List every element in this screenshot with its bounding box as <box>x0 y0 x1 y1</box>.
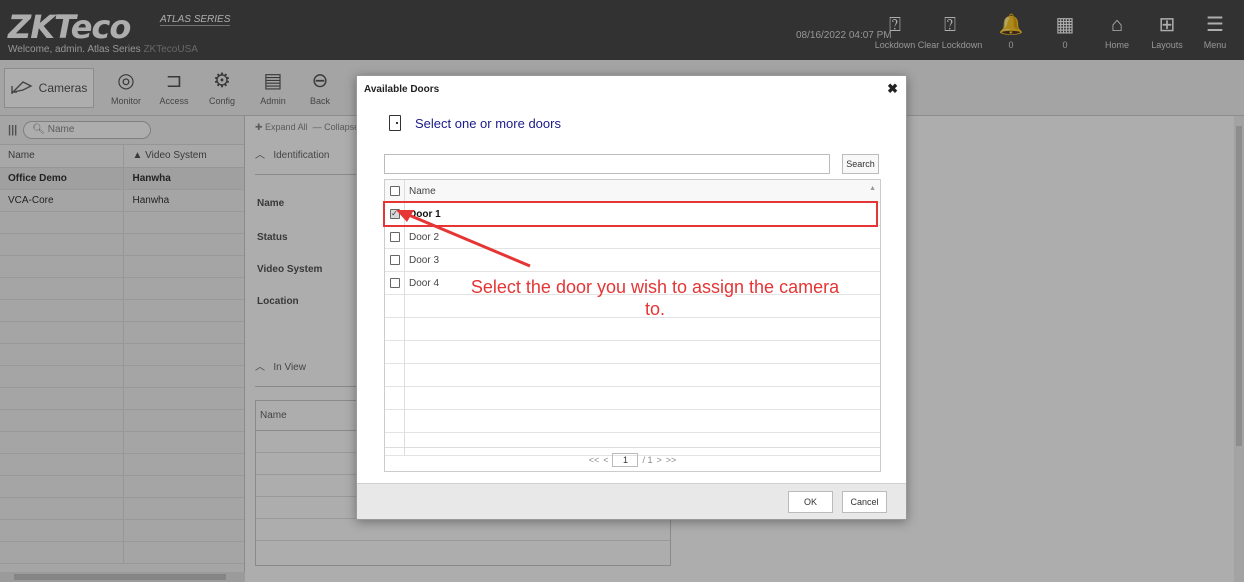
door-checkbox[interactable] <box>389 278 400 288</box>
select-all-checkbox[interactable] <box>389 186 400 196</box>
cancel-button[interactable]: Cancel <box>842 491 887 513</box>
pagination: << < 1 / 1 > >> <box>385 447 880 471</box>
empty-row <box>385 341 880 364</box>
select-all-cell <box>385 180 405 202</box>
checkbox-cell <box>385 226 405 248</box>
dialog-title: Available Doors <box>364 84 440 95</box>
ok-button[interactable]: OK <box>788 491 833 513</box>
empty-row <box>385 387 880 410</box>
empty-cell <box>385 387 405 409</box>
door-name: Door 4 <box>409 277 440 289</box>
door-row[interactable]: Door 3 <box>385 249 880 272</box>
dialog-footer: OK Cancel <box>357 483 906 519</box>
door-icon <box>389 115 401 131</box>
empty-cell <box>385 341 405 363</box>
last-page-icon[interactable]: >> <box>666 455 677 465</box>
dialog-heading-text: Select one or more doors <box>415 115 561 131</box>
door-name: Door 3 <box>409 254 440 266</box>
door-search-input[interactable] <box>384 154 830 174</box>
door-row[interactable]: Door 2 <box>385 226 880 249</box>
door-checkbox[interactable] <box>389 232 400 242</box>
empty-row <box>385 410 880 433</box>
page-total: / 1 <box>642 454 653 465</box>
door-1-highlight-box <box>383 201 878 227</box>
checkbox-cell <box>385 272 405 294</box>
close-icon[interactable]: ✖ <box>887 81 898 97</box>
annotation-text: Select the door you wish to assign the c… <box>470 277 840 319</box>
empty-cell <box>385 318 405 340</box>
dialog-heading: Select one or more doors <box>389 115 561 131</box>
prev-page-icon[interactable]: < <box>603 455 608 465</box>
empty-row <box>385 364 880 387</box>
empty-cell <box>385 364 405 386</box>
empty-cell <box>385 295 405 317</box>
empty-row <box>385 318 880 341</box>
page-number-input[interactable]: 1 <box>612 452 639 467</box>
door-checkbox[interactable] <box>389 255 400 265</box>
next-page-icon[interactable]: > <box>657 455 662 465</box>
search-button[interactable]: Search <box>842 154 879 174</box>
checkbox-cell <box>385 249 405 271</box>
door-name: Door 2 <box>409 231 440 243</box>
empty-cell <box>385 410 405 432</box>
first-page-icon[interactable]: << <box>589 455 600 465</box>
sort-up-icon[interactable]: ▲ <box>869 185 876 192</box>
col-name-header[interactable]: Name <box>405 186 436 197</box>
table-header: Name ▲ <box>385 180 880 203</box>
